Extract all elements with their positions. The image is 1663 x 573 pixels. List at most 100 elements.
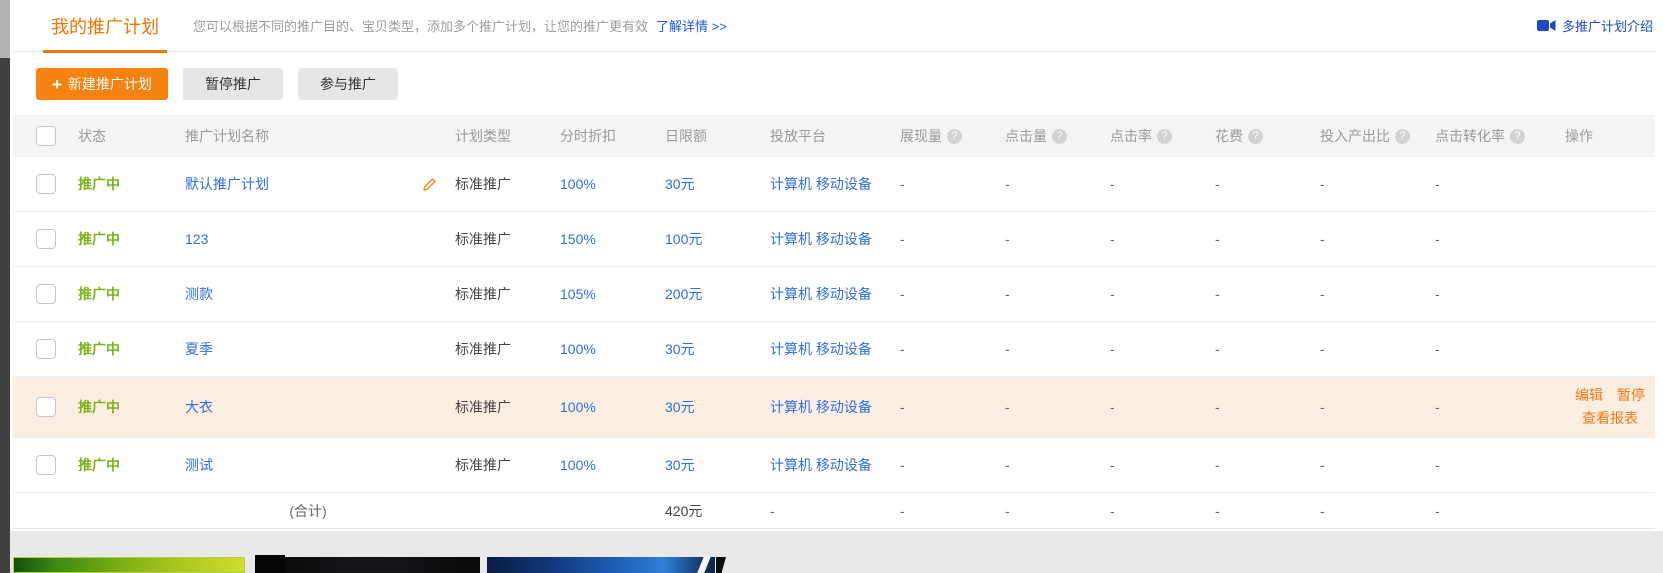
taskbar-thumbnail-tail — [716, 557, 726, 573]
edit-action[interactable]: 编辑 — [1575, 384, 1603, 407]
row-checkbox[interactable] — [36, 284, 56, 304]
discount-link[interactable]: 100% — [560, 176, 596, 192]
new-campaign-button[interactable]: + 新建推广计划 — [36, 68, 168, 100]
left-scrollbar[interactable] — [0, 0, 10, 573]
name-cell: 默认推广计划 — [173, 174, 443, 194]
join-promotion-button[interactable]: 参与推广 — [298, 68, 398, 100]
left-scrollbar-thumb[interactable] — [0, 58, 10, 573]
platform-link-cell: 计算机 移动设备 — [758, 455, 888, 475]
learn-more-link[interactable]: 了解详情 >> — [656, 16, 727, 35]
row-checkbox[interactable] — [36, 455, 56, 475]
status-cell: 推广中 — [68, 339, 173, 359]
impressions-value: - — [900, 176, 905, 192]
platform-link[interactable]: 计算机 移动设备 — [770, 339, 872, 359]
daily-limit-link-cell: 200元 — [653, 284, 758, 304]
header-cell: 投入产出比? — [1308, 126, 1423, 146]
pause-action[interactable]: 暂停 — [1617, 384, 1645, 407]
status-badge: 推广中 — [78, 397, 120, 417]
daily-limit-link[interactable]: 200元 — [665, 284, 702, 304]
impressions-value: - — [900, 341, 905, 357]
impressions-cell: - — [888, 176, 993, 192]
cvr-value: - — [1435, 457, 1440, 473]
pause-promotion-button[interactable]: 暂停推广 — [183, 68, 283, 100]
discount-link[interactable]: 150% — [560, 231, 596, 247]
header-cell: 点击量? — [993, 126, 1098, 146]
column-label-5: 投放平台 — [770, 126, 826, 146]
ctr-cell: - — [1098, 399, 1203, 415]
multi-campaign-intro-link[interactable]: 多推广计划介绍 — [1537, 16, 1653, 35]
campaign-name-link[interactable]: 123 — [185, 231, 208, 247]
table-row: 推广中大衣标准推广100%30元计算机 移动设备------编辑暂停查看报表 — [13, 377, 1655, 438]
discount-link[interactable]: 100% — [560, 457, 596, 473]
footer-dash-cell: - — [888, 503, 993, 519]
clicks-value: - — [1005, 399, 1010, 415]
taskbar-thumbnail-blue[interactable] — [487, 557, 715, 573]
cvr-cell: - — [1423, 341, 1553, 357]
footer-dash-cell: - — [1308, 503, 1423, 519]
cost-value: - — [1215, 286, 1220, 302]
footer-dash: - — [1110, 503, 1115, 519]
campaign-name-link[interactable]: 默认推广计划 — [185, 174, 269, 194]
platform-link[interactable]: 计算机 移动设备 — [770, 229, 872, 249]
campaign-name-link[interactable]: 夏季 — [185, 339, 213, 359]
discount-link[interactable]: 100% — [560, 341, 596, 357]
cost-value: - — [1215, 231, 1220, 247]
row-checkbox[interactable] — [36, 397, 56, 417]
row-checkbox[interactable] — [36, 174, 56, 194]
ctr-cell: - — [1098, 457, 1203, 473]
select-all-checkbox[interactable] — [36, 126, 56, 146]
help-icon[interactable]: ? — [947, 129, 962, 144]
daily-limit-link-cell: 30元 — [653, 397, 758, 417]
taskbar-thumbnail-green[interactable] — [13, 557, 245, 573]
daily-limit-link[interactable]: 30元 — [665, 339, 695, 359]
discount-link[interactable]: 105% — [560, 286, 596, 302]
main-content: 我的推广计划 您可以根据不同的推广目的、宝贝类型，添加多个推广计划，让您的推广更… — [13, 0, 1655, 529]
platform-link[interactable]: 计算机 移动设备 — [770, 174, 872, 194]
new-campaign-label: 新建推广计划 — [68, 74, 152, 94]
status-cell: 推广中 — [68, 229, 173, 249]
edit-pencil-icon[interactable] — [422, 177, 437, 192]
row-checkbox[interactable] — [36, 339, 56, 359]
cost-cell: - — [1203, 341, 1308, 357]
footer-dash: - — [1320, 503, 1325, 519]
plan-type-cell: 标准推广 — [443, 397, 548, 417]
row-checkbox[interactable] — [36, 229, 56, 249]
plan-type-cell: 标准推广 — [443, 284, 548, 304]
status-badge: 推广中 — [78, 455, 120, 475]
ctr-value: - — [1110, 286, 1115, 302]
daily-limit-link[interactable]: 30元 — [665, 397, 695, 417]
discount-link-cell: 105% — [548, 286, 653, 302]
clicks-value: - — [1005, 341, 1010, 357]
daily-limit-link[interactable]: 30元 — [665, 174, 695, 194]
platform-link[interactable]: 计算机 移动设备 — [770, 397, 872, 417]
daily-limit-link[interactable]: 30元 — [665, 455, 695, 475]
platform-link[interactable]: 计算机 移动设备 — [770, 284, 872, 304]
campaign-name-link[interactable]: 大衣 — [185, 397, 213, 417]
help-icon[interactable]: ? — [1248, 129, 1263, 144]
discount-link[interactable]: 100% — [560, 399, 596, 415]
cvr-cell: - — [1423, 231, 1553, 247]
impressions-cell: - — [888, 457, 993, 473]
taskbar-thumbnail-dark[interactable] — [255, 557, 480, 573]
help-icon[interactable]: ? — [1510, 129, 1525, 144]
view-report-action[interactable]: 查看报表 — [1582, 407, 1638, 430]
column-label-2: 计划类型 — [455, 126, 511, 146]
campaign-table: 状态推广计划名称计划类型分时折扣日限额投放平台展现量?点击量?点击率?花费?投入… — [13, 115, 1655, 529]
roi-cell: - — [1308, 231, 1423, 247]
help-icon[interactable]: ? — [1052, 129, 1067, 144]
status-cell: 推广中 — [68, 455, 173, 475]
cost-value: - — [1215, 457, 1220, 473]
checkbox-cell — [13, 229, 68, 249]
campaign-name-link[interactable]: 测款 — [185, 284, 213, 304]
plan-type: 标准推广 — [455, 397, 511, 417]
roi-value: - — [1320, 457, 1325, 473]
help-icon[interactable]: ? — [1157, 129, 1172, 144]
campaign-name-link[interactable]: 测试 — [185, 455, 213, 475]
platform-link[interactable]: 计算机 移动设备 — [770, 455, 872, 475]
plan-type: 标准推广 — [455, 174, 511, 194]
daily-limit-link[interactable]: 100元 — [665, 229, 702, 249]
tab-my-campaigns[interactable]: 我的推广计划 — [43, 0, 167, 52]
status-cell: 推广中 — [68, 397, 173, 417]
footer-dash: - — [900, 503, 905, 519]
help-icon[interactable]: ? — [1395, 129, 1410, 144]
